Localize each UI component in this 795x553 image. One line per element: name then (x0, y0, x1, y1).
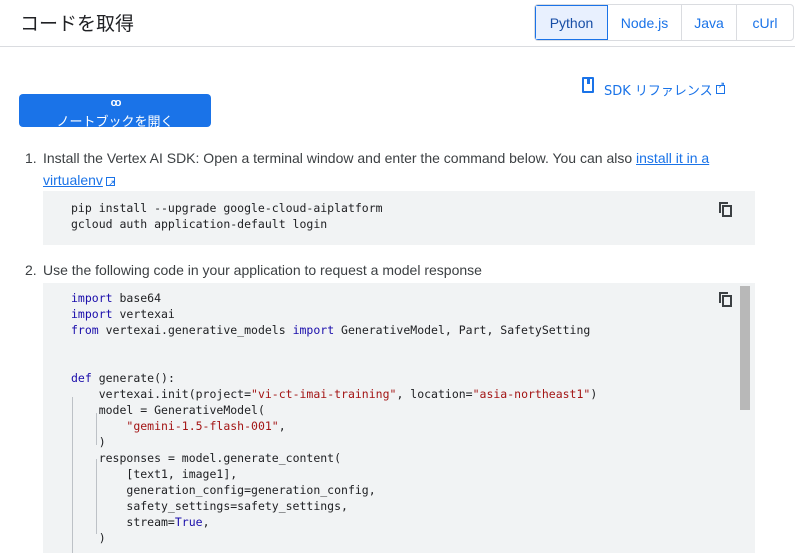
code-line: stream=True, (126, 515, 210, 529)
copy-icon[interactable] (719, 202, 733, 217)
dialog-header: コードを取得 Python Node.js Java cUrl (0, 0, 795, 47)
open-notebook-label: ノートブックを開く (56, 115, 174, 127)
install-code-block: pip install --upgrade google-cloud-aipla… (43, 191, 755, 245)
code-line: model = GenerativeModel( (98, 403, 265, 417)
open-notebook-button[interactable]: co ノートブックを開く (19, 94, 211, 127)
copy-icon[interactable] (719, 292, 733, 307)
dialog-content: co ノートブックを開く SDK リファレンス 1. Install the V… (0, 48, 795, 553)
sdk-reference-label: SDK リファレンス (604, 83, 713, 99)
step-text: Install the Vertex AI SDK: Open a termin… (43, 147, 733, 194)
tab-python[interactable]: Python (535, 5, 608, 40)
python-code-block: import base64 import vertexai from verte… (43, 283, 755, 553)
code-line: [text1, image1], (126, 467, 238, 481)
step-number: 1. (25, 150, 37, 166)
code-lines: pip install --upgrade google-cloud-aipla… (71, 200, 383, 232)
external-link-icon (715, 80, 725, 94)
step-1-text: Install the Vertex AI SDK: Open a termin… (43, 150, 637, 166)
language-tabs: Python Node.js Java cUrl (534, 4, 794, 41)
code-line: import base64 (71, 291, 162, 305)
code-line: safety_settings=safety_settings, (126, 499, 348, 513)
code-line: def generate(): (71, 371, 175, 385)
code-lines: import base64 import vertexai from verte… (71, 290, 597, 546)
code-scrollbar-thumb[interactable] (740, 286, 750, 410)
code-line: from vertexai.generative_models import G… (71, 323, 591, 337)
install-virtualenv-link[interactable]: install it in a (636, 150, 709, 166)
code-line: gcloud auth application-default login (71, 217, 328, 231)
code-line: pip install --upgrade google-cloud-aipla… (71, 201, 383, 215)
code-line: generation_config=generation_config, (126, 483, 376, 497)
code-line: responses = model.generate_content( (98, 451, 342, 465)
sdk-reference-link[interactable]: SDK リファレンス (582, 77, 725, 100)
code-line: import vertexai (71, 307, 175, 321)
step-number: 2. (25, 262, 37, 278)
step-2-text: Use the following code in your applicati… (43, 262, 482, 278)
tab-curl[interactable]: cUrl (737, 5, 793, 40)
code-line: "gemini-1.5-flash-001", (126, 419, 286, 433)
tab-nodejs[interactable]: Node.js (608, 5, 682, 40)
tab-java[interactable]: Java (682, 5, 737, 40)
book-icon (582, 77, 594, 93)
virtualenv-link[interactable]: virtualenv (43, 172, 103, 188)
code-line: vertexai.init(project="vi-ct-imai-traini… (98, 387, 598, 401)
dialog-title: コードを取得 (20, 13, 135, 35)
code-line: ) (98, 435, 106, 449)
external-link-icon (105, 172, 115, 194)
colab-icon: co (110, 97, 122, 109)
code-line: ) (98, 531, 106, 545)
